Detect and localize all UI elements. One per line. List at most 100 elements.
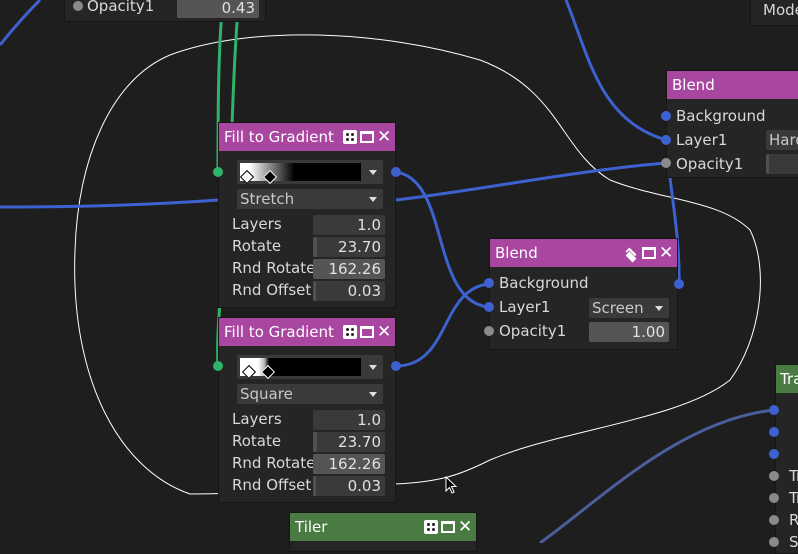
input-port[interactable] (769, 427, 779, 437)
wire-blue-topleft (0, 0, 42, 46)
input-port[interactable] (213, 361, 223, 371)
node-header[interactable]: Fill to Gradient ✕ (219, 123, 395, 151)
rnd-offset-value: 0.03 (347, 282, 381, 300)
rotate-field[interactable]: 23.70 (313, 432, 385, 452)
rotate-label: Rotate (232, 237, 282, 255)
close-icon[interactable]: ✕ (377, 324, 391, 341)
fill-to-gradient-node-1[interactable]: Fill to Gradient ✕ Stretch Layers 1.0 Ro… (218, 122, 396, 308)
rnd-rotate-field[interactable]: 162.26 (313, 454, 385, 474)
layers-field[interactable]: 1.0 (313, 410, 385, 430)
input-port[interactable] (769, 405, 779, 415)
opacity-field[interactable] (766, 154, 798, 174)
node-title: Tra (780, 370, 798, 388)
background-port[interactable] (661, 111, 671, 121)
input-port[interactable] (769, 471, 779, 481)
transform-node[interactable]: Tra Tr Tr R S (775, 364, 798, 554)
port-label: Tr (789, 467, 798, 485)
window-icon[interactable] (441, 521, 455, 533)
dice-icon[interactable] (343, 130, 357, 144)
rotate-value: 23.70 (338, 238, 381, 256)
chevron-down-icon (369, 170, 377, 175)
port-label: R (789, 511, 798, 529)
node-header[interactable]: Blend ✕ (490, 239, 677, 267)
input-port[interactable] (213, 167, 223, 177)
rnd-offset-label: Rnd Offset (232, 476, 312, 494)
node-header[interactable]: Fill to Gradient ✕ (219, 318, 395, 346)
rnd-offset-value: 0.03 (347, 477, 381, 495)
rnd-rotate-value: 162.26 (328, 260, 382, 278)
port-label: Tr (789, 489, 798, 507)
window-icon[interactable] (642, 247, 656, 259)
tiler-node[interactable]: Tiler ✕ (289, 512, 477, 552)
dice-icon[interactable] (424, 520, 438, 534)
top-node: Opacity1 0.43 (64, 0, 266, 22)
node-title: Fill to Gradient (224, 323, 334, 341)
wire-blue-cross (395, 161, 667, 202)
wire-blue-top (564, 0, 667, 142)
chevron-down-icon (369, 365, 377, 370)
close-icon[interactable]: ✕ (458, 519, 472, 536)
rnd-offset-field[interactable]: 0.03 (313, 281, 385, 301)
layer1-port[interactable] (661, 135, 671, 145)
rnd-rotate-label: Rnd Rotate (232, 454, 316, 472)
gradient-picker[interactable] (237, 160, 383, 185)
node-title: Tiler (295, 518, 328, 536)
chevron-down-icon (655, 306, 663, 311)
input-port[interactable] (769, 515, 779, 525)
rnd-offset-field[interactable]: 0.03 (313, 476, 385, 496)
opacity-label: Opacity1 (676, 155, 744, 173)
opacity-label: Opacity1 (499, 322, 567, 340)
cursor-icon (445, 476, 458, 494)
close-icon[interactable]: ✕ (659, 245, 673, 262)
node-title: Blend (495, 244, 538, 262)
window-icon[interactable] (360, 326, 374, 338)
opacity-port[interactable] (73, 1, 83, 11)
rotate-field[interactable]: 23.70 (313, 237, 385, 257)
gradient-strip (240, 358, 361, 376)
opacity-value: 0.43 (221, 0, 255, 17)
mode-dropdown[interactable]: Stretch (237, 189, 383, 209)
input-port[interactable] (769, 493, 779, 503)
rotate-value: 23.70 (338, 433, 381, 451)
node-header[interactable]: Tiler ✕ (290, 513, 476, 541)
layers-label: Layers (232, 215, 282, 233)
opacity-port[interactable] (661, 158, 671, 168)
layers-icon[interactable] (625, 246, 639, 260)
input-port[interactable] (769, 449, 779, 459)
layer1-port[interactable] (484, 302, 494, 312)
blend-mode-dropdown[interactable]: Screen (589, 298, 669, 318)
node-header[interactable]: Blend (667, 71, 798, 99)
output-port[interactable] (674, 279, 684, 289)
blend-node-right[interactable]: Blend Background Layer1 Hard Opacity1 (666, 70, 798, 178)
opacity-port[interactable] (484, 326, 494, 336)
port-label: S (789, 533, 798, 551)
layers-label: Layers (232, 410, 282, 428)
dice-icon[interactable] (343, 325, 357, 339)
background-port[interactable] (484, 278, 494, 288)
gradient-strip (240, 163, 361, 181)
input-port[interactable] (769, 537, 779, 547)
output-port[interactable] (391, 361, 401, 371)
rnd-offset-label: Rnd Offset (232, 281, 312, 299)
gradient-picker[interactable] (237, 355, 383, 380)
layers-field[interactable]: 1.0 (313, 215, 385, 235)
blend-mode-value: Hard (769, 131, 798, 149)
rnd-rotate-label: Rnd Rotate (232, 259, 316, 277)
mode-dropdown[interactable]: Square (237, 384, 383, 404)
close-icon[interactable]: ✕ (377, 129, 391, 146)
node-header[interactable]: Tra (776, 365, 798, 393)
window-icon[interactable] (360, 131, 374, 143)
fill-to-gradient-node-2[interactable]: Fill to Gradient ✕ Square Layers 1.0 Rot… (218, 317, 396, 503)
opacity-field[interactable]: 1.00 (589, 322, 669, 342)
blend-node-middle[interactable]: Blend ✕ Background Layer1 Screen Opacity… (489, 238, 678, 350)
background-label: Background (499, 274, 589, 292)
layer1-label: Layer1 (676, 131, 728, 149)
mode-label: Mode (763, 1, 798, 19)
opacity-field[interactable]: 0.43 (177, 0, 259, 18)
output-port[interactable] (391, 167, 401, 177)
node-title: Fill to Gradient (224, 128, 334, 146)
blend-mode-dropdown[interactable]: Hard (766, 130, 798, 150)
rnd-rotate-field[interactable]: 162.26 (313, 259, 385, 279)
wire-blue-bottom (539, 408, 775, 543)
blend-mode-value: Screen (592, 299, 644, 317)
